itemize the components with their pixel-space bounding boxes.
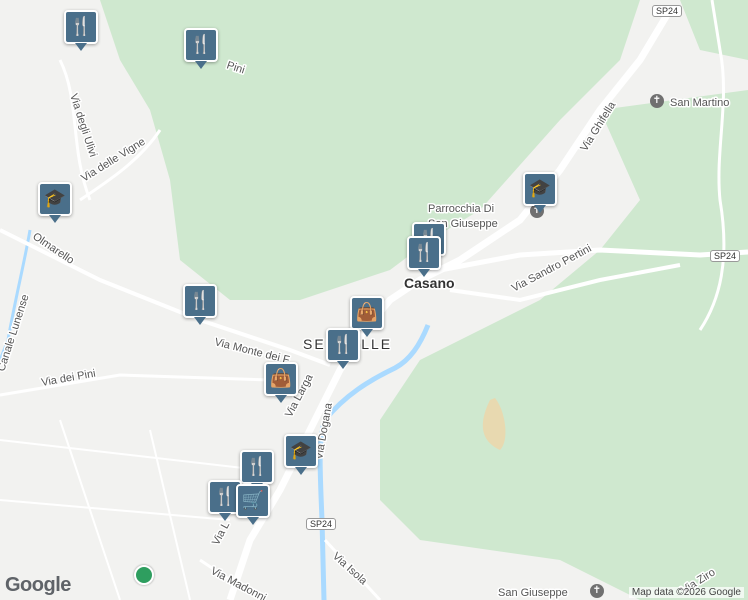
school-marker[interactable]: 🎓 <box>38 182 72 223</box>
school-marker[interactable]: 🎓 <box>284 434 318 475</box>
shopping-marker[interactable]: 👜 <box>264 362 298 403</box>
map-copyright[interactable]: Map data ©2026 Google <box>628 587 744 598</box>
restaurant-icon: 🍴 <box>69 16 93 37</box>
restaurant-marker[interactable]: 🍴 <box>326 328 360 369</box>
shield-sp24-bottom: SP24 <box>306 518 337 530</box>
restaurant-icon: 🍴 <box>331 334 355 355</box>
place-parrocchia-line1: Parrocchia Di <box>428 203 494 215</box>
restaurant-marker[interactable]: 🍴 <box>407 236 441 277</box>
shield-sp24-top: SP24 <box>652 5 683 17</box>
shopping-cart-icon: 🛒 <box>241 490 265 511</box>
road-label-isola: Via Isola <box>330 550 370 588</box>
restaurant-marker[interactable]: 🍴 <box>183 284 217 325</box>
restaurant-marker[interactable]: 🍴 <box>184 28 218 69</box>
school-marker[interactable]: 🎓 <box>523 172 557 213</box>
grocery-marker[interactable]: 🛒 <box>236 484 270 525</box>
google-logo[interactable]: Google <box>5 574 71 597</box>
school-icon: 🎓 <box>43 188 67 209</box>
road-label-ulivi: Via degli Ulivi <box>67 92 99 158</box>
shopping-bag-icon: 👜 <box>355 302 379 323</box>
restaurant-marker[interactable]: 🍴 <box>240 450 274 491</box>
restaurant-icon: 🍴 <box>213 486 237 507</box>
restaurant-icon: 🍴 <box>189 34 213 55</box>
restaurant-icon: 🍴 <box>412 242 436 263</box>
restaurant-icon: 🍴 <box>245 456 269 477</box>
church-icon-san-giuseppe[interactable]: ✝ <box>590 584 604 598</box>
road-label-canale: Canale Lunense <box>0 293 32 373</box>
road-label-dei-pini: Via dei Pini <box>40 368 96 389</box>
school-icon: 🎓 <box>528 178 552 199</box>
restaurant-marker[interactable]: 🍴 <box>64 10 98 51</box>
place-casano: Casano <box>404 275 455 291</box>
restaurant-icon: 🍴 <box>188 290 212 311</box>
school-icon: 🎓 <box>289 440 313 461</box>
place-pin-icon[interactable] <box>134 565 154 585</box>
place-san-giuseppe: San Giuseppe <box>498 587 568 599</box>
road-label-via-l: Via L <box>210 520 232 548</box>
shopping-marker[interactable]: 👜 <box>350 296 384 337</box>
shield-sp24-right: SP24 <box>710 250 741 262</box>
shopping-bag-icon: 👜 <box>269 368 293 389</box>
church-icon-san-martino[interactable]: ✝ <box>650 94 664 108</box>
place-san-martino: San Martino <box>670 97 729 109</box>
